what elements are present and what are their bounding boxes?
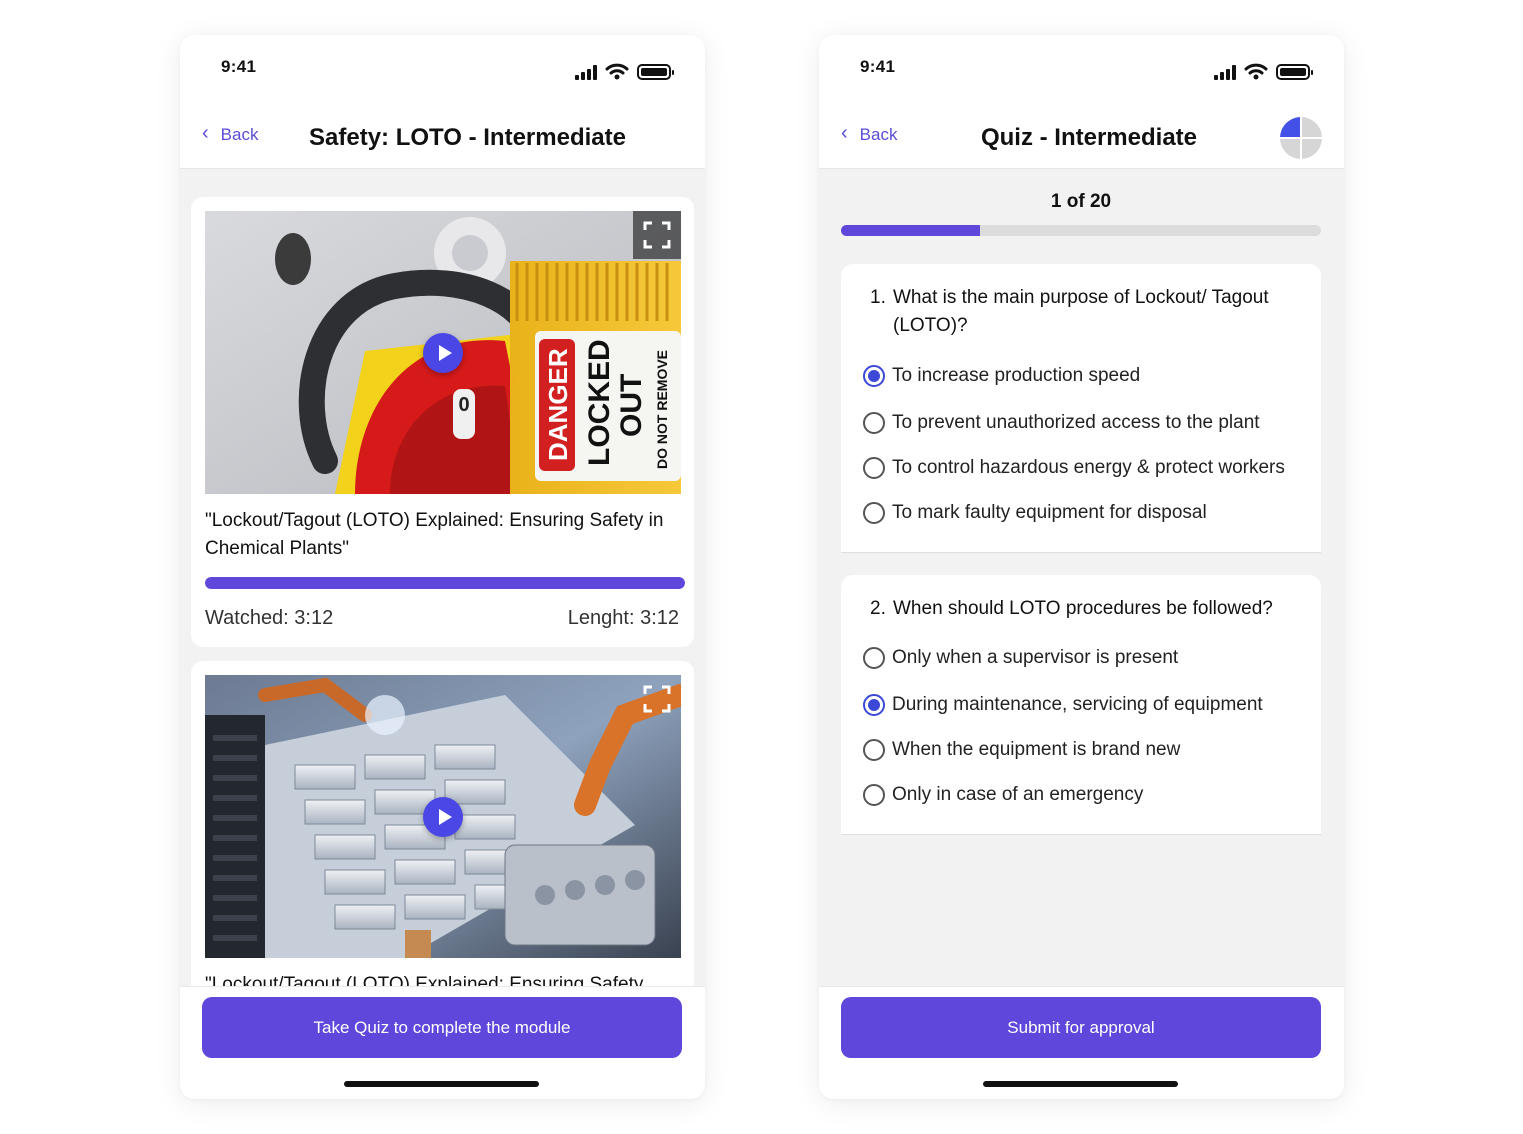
answer-option[interactable]: To prevent unauthorized access to the pl… xyxy=(863,412,1260,434)
watch-progress-bar xyxy=(205,577,685,589)
submit-for-approval-button[interactable]: Submit for approval xyxy=(841,997,1321,1058)
status-time: 9:41 xyxy=(860,57,896,76)
svg-text:DANGER: DANGER xyxy=(543,348,573,461)
svg-text:LOCKED: LOCKED xyxy=(583,339,616,466)
question-number: 1. xyxy=(870,287,886,308)
module-screen: 0 DANGER LOCKED OUT DO NOT REMOVE "Locko… xyxy=(180,35,705,1099)
page-title: Quiz - Intermediate xyxy=(980,124,1198,151)
wifi-icon xyxy=(1244,63,1268,80)
option-label: During maintenance, servicing of equipme… xyxy=(892,694,1263,715)
watch-progress-fill xyxy=(205,577,685,589)
fullscreen-icon[interactable] xyxy=(633,211,681,259)
radio-button[interactable] xyxy=(863,502,885,524)
take-quiz-button[interactable]: Take Quiz to complete the module xyxy=(202,997,682,1058)
back-label: Back xyxy=(220,125,259,144)
signal-icon xyxy=(1214,64,1236,80)
quiz-progress-pie-icon xyxy=(1280,117,1322,159)
question-card-1: 1. What is the main purpose of Lockout/ … xyxy=(841,264,1321,553)
nav-header: 9:41 ‹ Back Quiz - Intermediate xyxy=(819,35,1344,169)
answer-option[interactable]: To control hazardous energy & protect wo… xyxy=(863,457,1285,479)
question-text: 2. When should LOTO procedures be follow… xyxy=(870,595,1310,623)
option-label: To prevent unauthorized access to the pl… xyxy=(892,412,1260,433)
back-button[interactable]: ‹ Back xyxy=(202,122,259,145)
question-label: What is the main purpose of Lockout/ Tag… xyxy=(893,287,1269,336)
radio-button[interactable] xyxy=(863,784,885,806)
status-icons xyxy=(1214,63,1313,80)
radio-button[interactable] xyxy=(863,694,885,716)
status-time: 9:41 xyxy=(221,57,257,76)
option-label: Only in case of an emergency xyxy=(892,784,1144,805)
question-text: 1. What is the main purpose of Lockout/ … xyxy=(870,284,1290,340)
fullscreen-icon[interactable] xyxy=(633,675,681,723)
option-label: Only when a supervisor is present xyxy=(892,647,1179,668)
status-icons xyxy=(575,63,674,80)
chevron-left-icon: ‹ xyxy=(202,122,209,144)
signal-icon xyxy=(575,64,597,80)
option-label: To mark faulty equipment for disposal xyxy=(892,502,1207,523)
svg-text:DO NOT REMOVE: DO NOT REMOVE xyxy=(654,350,670,469)
question-card-2: 2. When should LOTO procedures be follow… xyxy=(841,575,1321,835)
answer-option[interactable]: When the equipment is brand new xyxy=(863,739,1180,761)
watched-time: Watched: 3:12 xyxy=(205,607,334,629)
option-label: When the equipment is brand new xyxy=(892,739,1181,760)
svg-text:0: 0 xyxy=(458,394,469,416)
page-title: Safety: LOTO - Intermediate xyxy=(309,124,626,151)
video-thumbnail-battery[interactable] xyxy=(205,675,681,958)
quiz-progress-bar xyxy=(841,225,1321,236)
answer-option[interactable]: Only when a supervisor is present xyxy=(863,647,1178,669)
video-length: Lenght: 3:12 xyxy=(567,607,679,629)
quiz-screen: 9:41 ‹ Back Quiz - Intermediate 1 of 20 xyxy=(819,35,1344,1099)
quiz-progress-fill xyxy=(841,225,981,236)
question-number: 2. xyxy=(870,598,886,619)
radio-button[interactable] xyxy=(863,412,885,434)
nav-header: 9:41 ‹ Back Safety: LOTO - Intermediate xyxy=(180,35,705,169)
wifi-icon xyxy=(605,63,629,80)
home-indicator xyxy=(344,1081,539,1087)
video-thumbnail-loto[interactable]: 0 DANGER LOCKED OUT DO NOT REMOVE xyxy=(205,211,681,494)
battery-icon xyxy=(1276,64,1313,80)
video-title: "Lockout/Tagout (LOTO) Explained: Ensuri… xyxy=(205,510,664,559)
video-card[interactable]: 0 DANGER LOCKED OUT DO NOT REMOVE "Locko… xyxy=(191,197,694,647)
radio-button[interactable] xyxy=(863,365,885,387)
play-button[interactable] xyxy=(423,796,463,837)
radio-button[interactable] xyxy=(863,739,885,761)
radio-button[interactable] xyxy=(863,647,885,669)
footer-bar: Take Quiz to complete the module xyxy=(180,986,705,1099)
answer-option[interactable]: To mark faulty equipment for disposal xyxy=(863,502,1207,524)
svg-text:OUT: OUT xyxy=(615,374,648,437)
battery-icon xyxy=(637,64,674,80)
answer-option[interactable]: Only in case of an emergency xyxy=(863,784,1143,806)
question-label: When should LOTO procedures be followed? xyxy=(893,598,1273,619)
home-indicator xyxy=(983,1081,1178,1087)
radio-button[interactable] xyxy=(863,457,885,479)
question-counter: 1 of 20 xyxy=(1050,191,1112,212)
answer-option[interactable]: During maintenance, servicing of equipme… xyxy=(863,694,1263,716)
option-label: To increase production speed xyxy=(892,365,1141,386)
play-button[interactable] xyxy=(423,332,463,373)
answer-option[interactable]: To increase production speed xyxy=(863,365,1140,387)
footer-bar: Submit for approval xyxy=(819,986,1344,1099)
option-label: To control hazardous energy & protect wo… xyxy=(892,457,1285,478)
